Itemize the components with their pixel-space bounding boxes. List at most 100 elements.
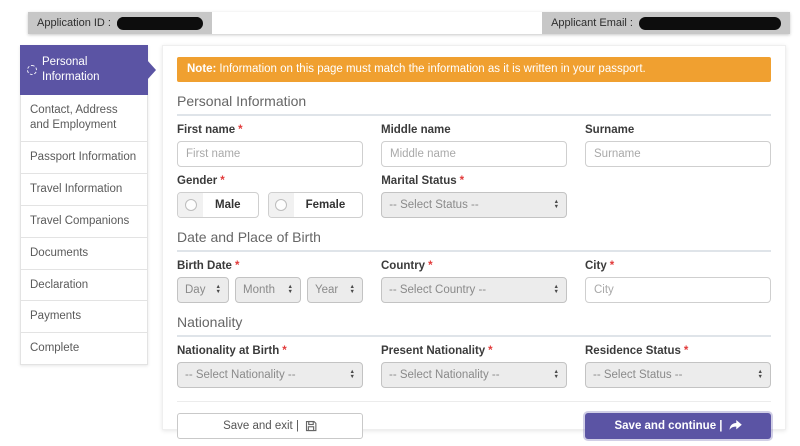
sidebar-item-payments[interactable]: Payments xyxy=(20,301,148,333)
applicant-email-label: Applicant Email : xyxy=(551,17,633,29)
select-stepper-icon: ▲▼ xyxy=(554,200,559,209)
birth-day-select[interactable]: Day ▲▼ xyxy=(177,277,229,303)
residence-status-label: Residence Status* xyxy=(585,345,771,357)
country-select[interactable]: -- Select Country -- ▲▼ xyxy=(381,277,567,303)
surname-label: Surname xyxy=(585,124,771,136)
top-bar: Application ID : Applicant Email : xyxy=(28,12,790,34)
female-radio[interactable] xyxy=(269,193,294,217)
country-field-group: Country* -- Select Country -- ▲▼ xyxy=(381,260,567,303)
surname-field-group: Surname xyxy=(585,124,771,167)
select-stepper-icon: ▲▼ xyxy=(350,370,355,379)
required-asterisk: * xyxy=(238,124,242,136)
marital-status-select[interactable]: -- Select Status -- ▲▼ xyxy=(381,192,567,218)
sidebar-item-personal-information[interactable]: Personal Information xyxy=(20,45,148,95)
city-label: City* xyxy=(585,260,771,272)
progress-spinner-icon xyxy=(27,65,37,75)
save-and-continue-label: Save and continue | xyxy=(614,420,722,432)
middle-name-label: Middle name xyxy=(381,124,567,136)
passport-note-banner: Note:Information on this page must match… xyxy=(177,57,771,82)
birth-date-field-group: Birth Date* Day ▲▼ Month ▲▼ Year ▲▼ xyxy=(177,260,363,303)
sidebar-item-passport-information[interactable]: Passport Information xyxy=(20,142,148,174)
select-stepper-icon: ▲▼ xyxy=(288,285,293,294)
present-nationality-field-group: Present Nationality* -- Select Nationali… xyxy=(381,345,567,388)
first-name-input[interactable] xyxy=(177,141,363,167)
gender-label: Gender* xyxy=(177,175,363,187)
application-id-label: Application ID : xyxy=(37,17,111,29)
required-asterisk: * xyxy=(460,175,464,187)
applicant-email-redacted-value xyxy=(639,17,781,30)
required-asterisk: * xyxy=(610,260,614,272)
marital-status-field-group: Marital Status* -- Select Status -- ▲▼ xyxy=(381,175,567,218)
required-asterisk: * xyxy=(282,345,286,357)
female-option-label: Female xyxy=(294,193,363,217)
application-id-redacted-value xyxy=(117,17,203,30)
surname-input[interactable] xyxy=(585,141,771,167)
country-label: Country* xyxy=(381,260,567,272)
birth-month-select[interactable]: Month ▲▼ xyxy=(235,277,301,303)
required-asterisk: * xyxy=(488,345,492,357)
residence-status-select[interactable]: -- Select Status -- ▲▼ xyxy=(585,362,771,388)
first-name-label: First name* xyxy=(177,124,363,136)
section-title-nationality: Nationality xyxy=(177,314,771,337)
sidebar-item-complete[interactable]: Complete xyxy=(20,333,148,365)
residence-status-field-group: Residence Status* -- Select Status -- ▲▼ xyxy=(585,345,771,388)
save-floppy-icon xyxy=(305,420,317,432)
required-asterisk: * xyxy=(220,175,224,187)
city-field-group: City* xyxy=(585,260,771,303)
sidebar-item-documents[interactable]: Documents xyxy=(20,238,148,270)
marital-status-label: Marital Status* xyxy=(381,175,567,187)
male-radio[interactable] xyxy=(178,193,203,217)
birth-day-selected-value: Day xyxy=(185,284,205,296)
sidebar-item-contact-address-employment[interactable]: Contact, Address and Employment xyxy=(20,95,148,142)
radio-circle-icon xyxy=(275,199,287,211)
country-selected-value: -- Select Country -- xyxy=(389,284,486,296)
residence-status-selected-value: -- Select Status -- xyxy=(593,369,682,381)
birth-year-selected-value: Year xyxy=(315,284,338,296)
sidebar-item-travel-companions[interactable]: Travel Companions xyxy=(20,206,148,238)
gender-option-male[interactable]: Male xyxy=(177,192,259,218)
select-stepper-icon: ▲▼ xyxy=(758,370,763,379)
sidebar-item-declaration[interactable]: Declaration xyxy=(20,270,148,302)
gender-option-female[interactable]: Female xyxy=(268,192,364,218)
steps-sidebar: Personal Information Contact, Address an… xyxy=(20,45,148,365)
select-stepper-icon: ▲▼ xyxy=(554,285,559,294)
present-nationality-selected-value: -- Select Nationality -- xyxy=(389,369,500,381)
select-stepper-icon: ▲▼ xyxy=(554,370,559,379)
application-id-chip: Application ID : xyxy=(28,12,212,34)
required-asterisk: * xyxy=(684,345,688,357)
radio-circle-icon xyxy=(185,199,197,211)
middle-name-input[interactable] xyxy=(381,141,567,167)
nationality-at-birth-selected-value: -- Select Nationality -- xyxy=(185,369,296,381)
required-asterisk: * xyxy=(235,260,239,272)
male-option-label: Male xyxy=(203,193,258,217)
sidebar-item-label: Personal Information xyxy=(42,55,141,85)
gender-field-group: Gender* Male Female xyxy=(177,175,363,218)
select-stepper-icon: ▲▼ xyxy=(350,285,355,294)
present-nationality-select[interactable]: -- Select Nationality -- ▲▼ xyxy=(381,362,567,388)
select-stepper-icon: ▲▼ xyxy=(216,285,221,294)
forward-arrow-icon xyxy=(729,420,742,431)
birth-date-label: Birth Date* xyxy=(177,260,363,272)
note-prefix: Note: xyxy=(187,63,216,75)
marital-status-selected-value: -- Select Status -- xyxy=(389,199,478,211)
section-title-date-place-of-birth: Date and Place of Birth xyxy=(177,229,771,252)
save-and-exit-button[interactable]: Save and exit | xyxy=(177,413,363,439)
birth-month-selected-value: Month xyxy=(243,284,275,296)
form-footer: Save and exit | Save and continue | xyxy=(177,401,771,439)
birth-year-select[interactable]: Year ▲▼ xyxy=(307,277,363,303)
section-title-personal-information: Personal Information xyxy=(177,93,771,116)
city-input[interactable] xyxy=(585,277,771,303)
nationality-at-birth-label: Nationality at Birth* xyxy=(177,345,363,357)
form-panel: Note:Information on this page must match… xyxy=(162,45,786,430)
save-and-exit-label: Save and exit | xyxy=(223,420,299,432)
required-asterisk: * xyxy=(428,260,432,272)
nationality-at-birth-select[interactable]: -- Select Nationality -- ▲▼ xyxy=(177,362,363,388)
sidebar-item-travel-information[interactable]: Travel Information xyxy=(20,174,148,206)
middle-name-field-group: Middle name xyxy=(381,124,567,167)
save-and-continue-button[interactable]: Save and continue | xyxy=(585,413,771,439)
nationality-at-birth-field-group: Nationality at Birth* -- Select National… xyxy=(177,345,363,388)
applicant-email-chip: Applicant Email : xyxy=(542,12,790,34)
first-name-field-group: First name* xyxy=(177,124,363,167)
note-text: Information on this page must match the … xyxy=(219,63,645,75)
present-nationality-label: Present Nationality* xyxy=(381,345,567,357)
